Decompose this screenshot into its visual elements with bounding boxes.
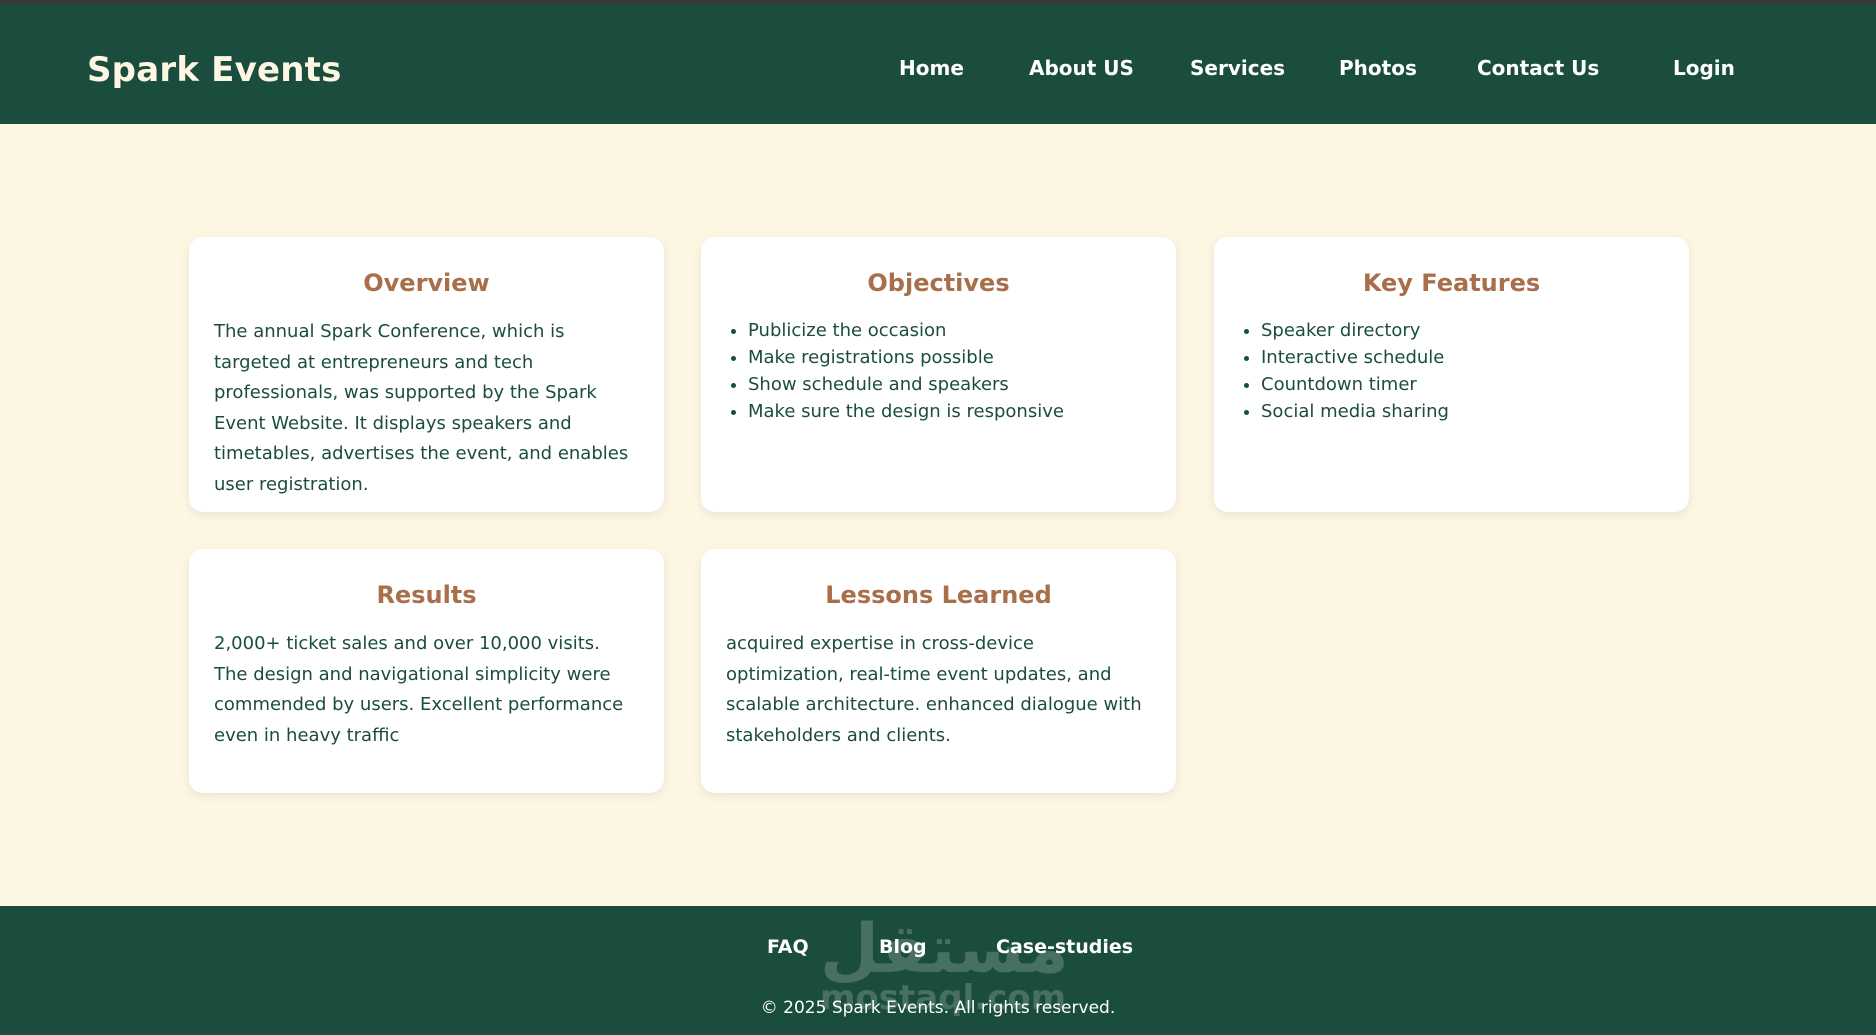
key-features-item: Countdown timer	[1261, 371, 1679, 398]
lessons-learned-card: Lessons Learned acquired expertise in cr…	[701, 549, 1176, 793]
key-features-card: Key Features Speaker directory Interacti…	[1214, 237, 1689, 512]
objectives-item: Make registrations possible	[748, 344, 1166, 371]
nav-contact-us[interactable]: Contact Us	[1477, 56, 1599, 80]
lessons-learned-title: Lessons Learned	[825, 581, 1052, 609]
key-features-list: Speaker directory Interactive schedule C…	[1239, 317, 1679, 425]
overview-card: Overview The annual Spark Conference, wh…	[189, 237, 664, 512]
objectives-list: Publicize the occasion Make registration…	[726, 317, 1166, 425]
objectives-item: Show schedule and speakers	[748, 371, 1166, 398]
site-logo[interactable]: Spark Events	[87, 50, 342, 90]
footer-link-faq[interactable]: FAQ	[767, 936, 809, 958]
key-features-item: Interactive schedule	[1261, 344, 1679, 371]
key-features-item: Social media sharing	[1261, 398, 1679, 425]
objectives-title: Objectives	[867, 269, 1010, 297]
nav-services[interactable]: Services	[1190, 56, 1285, 80]
site-footer: مستقل mostaql.com FAQ Blog Case-studies …	[0, 906, 1876, 1035]
footer-link-blog[interactable]: Blog	[879, 936, 927, 958]
nav-home[interactable]: Home	[899, 56, 964, 80]
site-header: Spark Events Home About US Services Phot…	[0, 4, 1876, 124]
key-features-title: Key Features	[1362, 269, 1541, 297]
nav-photos[interactable]: Photos	[1339, 56, 1417, 80]
results-text: 2,000+ ticket sales and over 10,000 visi…	[214, 633, 624, 746]
overview-text: The annual Spark Conference, which is ta…	[214, 321, 629, 495]
nav-login[interactable]: Login	[1673, 56, 1735, 80]
objectives-item: Make sure the design is responsive	[748, 398, 1166, 425]
key-features-item: Speaker directory	[1261, 317, 1679, 344]
results-card: Results 2,000+ ticket sales and over 10,…	[189, 549, 664, 793]
lessons-learned-text: acquired expertise in cross-device optim…	[726, 633, 1142, 746]
copyright-text: © 2025 Spark Events. All rights reserved…	[760, 998, 1116, 1018]
overview-title: Overview	[363, 269, 490, 297]
nav-about-us[interactable]: About US	[1029, 56, 1134, 80]
results-title: Results	[376, 581, 477, 609]
objectives-card: Objectives Publicize the occasion Make r…	[701, 237, 1176, 512]
footer-link-case-studies[interactable]: Case-studies	[996, 936, 1133, 958]
objectives-item: Publicize the occasion	[748, 317, 1166, 344]
